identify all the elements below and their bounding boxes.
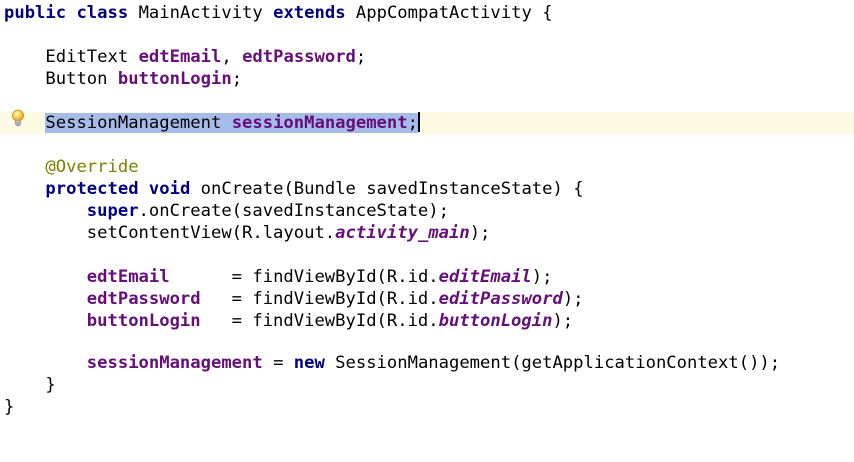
code-editor[interactable]: public class MainActivity extends AppCom… <box>0 0 854 430</box>
field-edt-password-ref: edtPassword <box>86 289 201 309</box>
super-call: .onCreate(savedInstanceState); <box>138 201 449 221</box>
code-line-12[interactable]: sessionManagement = new SessionManagemen… <box>0 352 854 374</box>
code-line-2[interactable]: EditText edtEmail, edtPassword; <box>0 46 854 68</box>
code-line-7[interactable]: super.onCreate(savedInstanceState); <box>0 200 854 222</box>
keyword-super: super <box>86 201 139 221</box>
code-line-5[interactable]: @Override <box>0 156 854 178</box>
lightbulb-icon[interactable] <box>11 109 25 129</box>
field-session-management-ref: sessionManagement <box>86 353 263 373</box>
constant-activity-main: activity_main <box>335 223 470 243</box>
method-signature: onCreate(Bundle savedInstanceState) { <box>200 179 584 199</box>
code-line-10[interactable]: edtPassword = findViewById(R.id.editPass… <box>0 288 854 310</box>
semicolon: ; <box>355 47 367 67</box>
keyword-public: public <box>4 3 67 23</box>
keyword-new: new <box>293 353 325 373</box>
keyword-void: void <box>148 179 191 199</box>
close-brace-method: } <box>45 375 56 395</box>
close-brace-class: } <box>4 397 15 417</box>
code-line-8[interactable]: setContentView(R.layout.activity_main); <box>0 222 854 244</box>
type-button: Button <box>45 69 108 89</box>
keyword-extends: extends <box>273 3 346 23</box>
comma: , <box>221 47 232 67</box>
call-close: ); <box>552 311 574 331</box>
open-brace: { <box>542 3 553 23</box>
constant-edit-email: editEmail <box>438 267 532 287</box>
assign-op: = <box>262 353 294 373</box>
code-line-4-current[interactable]: SessionManagement sessionManagement; <box>0 112 854 134</box>
superclass-name: AppCompatActivity <box>355 3 532 23</box>
call-close: ); <box>469 223 491 243</box>
keyword-protected: protected <box>45 179 139 199</box>
selected-text[interactable]: SessionManagement sessionManagement; <box>45 113 418 133</box>
type-session-management: SessionManagement <box>45 113 222 133</box>
constructor-call: SessionManagement(getApplicationContext(… <box>324 353 781 373</box>
semicolon: ; <box>407 113 418 133</box>
code-line-9[interactable]: edtEmail = findViewById(R.id.editEmail); <box>0 266 854 288</box>
constant-edit-password: editPassword <box>438 289 563 309</box>
annotation-override: @Override <box>45 157 139 177</box>
semicolon: ; <box>231 69 243 89</box>
field-button-login-ref: buttonLogin <box>86 311 201 331</box>
code-line-13[interactable]: } <box>0 374 854 396</box>
call-close: ); <box>562 289 584 309</box>
set-content-view-call: setContentView(R.layout. <box>86 223 336 243</box>
keyword-class: class <box>76 3 129 23</box>
field-button-login: buttonLogin <box>117 69 232 89</box>
code-line-3[interactable]: Button buttonLogin; <box>0 68 854 90</box>
find-view-call: = findViewById(R.id. <box>200 311 439 331</box>
find-view-call: = findViewById(R.id. <box>169 267 439 287</box>
find-view-call: = findViewById(R.id. <box>200 289 439 309</box>
code-line-14[interactable]: } <box>0 396 854 418</box>
field-edt-password: edtPassword <box>242 47 356 67</box>
field-edt-email-ref: edtEmail <box>86 267 170 287</box>
code-line-6[interactable]: protected void onCreate(Bundle savedInst… <box>0 178 854 200</box>
code-line-1[interactable]: public class MainActivity extends AppCom… <box>0 2 854 24</box>
constant-button-login: buttonLogin <box>438 311 553 331</box>
field-edt-email: edtEmail <box>138 47 222 67</box>
text-caret <box>417 112 420 132</box>
field-session-management: sessionManagement <box>231 113 408 133</box>
type-edittext: EditText <box>45 47 129 67</box>
code-line-11[interactable]: buttonLogin = findViewById(R.id.buttonLo… <box>0 310 854 332</box>
class-name: MainActivity <box>138 3 263 23</box>
call-close: ); <box>531 267 553 287</box>
